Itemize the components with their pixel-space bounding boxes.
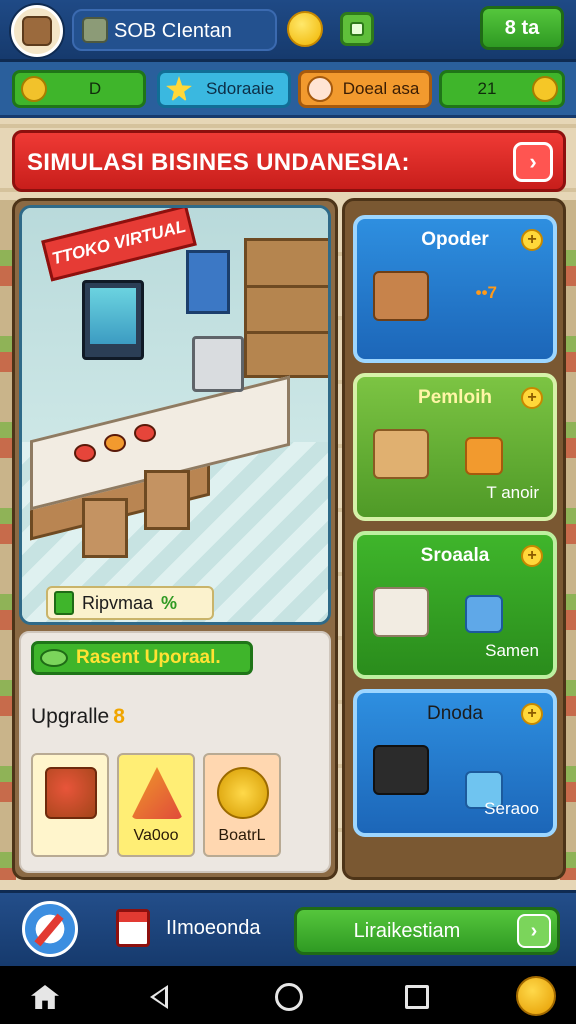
- banner-arrow-button[interactable]: ›: [513, 142, 553, 182]
- upgrades-count: 8: [113, 705, 125, 728]
- task-sub: ••7: [475, 283, 497, 302]
- continue-label: Liraikestiam: [353, 919, 461, 942]
- progress-label: Ripvmaa: [82, 592, 154, 613]
- chair: [82, 498, 128, 558]
- store-panel: TTOKO VIRTUAL Ripvmaa % Rasent Uporaal. …: [12, 198, 338, 880]
- game-title: SOB CIentan: [114, 20, 232, 42]
- task-card-buy[interactable]: Pemloih + T anoir: [353, 373, 557, 521]
- clipboard-icon[interactable]: [116, 909, 150, 947]
- upgrade-label: Va0oo: [133, 827, 179, 844]
- upgrade-card-cone[interactable]: Va0oo: [117, 753, 195, 857]
- action-label: IImoeonda: [166, 917, 261, 939]
- task-panel: Opoder + ••7 Pemloih + T anoir Sroaala +…: [342, 198, 566, 880]
- stat-gold[interactable]: 21: [439, 70, 565, 108]
- add-icon[interactable]: +: [521, 387, 543, 409]
- document-icon: [54, 591, 74, 615]
- monitor-icon: [82, 280, 144, 360]
- recent-upgrade-label: Rasent Uporaal.: [76, 647, 221, 668]
- task-sub: Samen: [485, 641, 539, 660]
- home-icon[interactable]: [28, 980, 62, 1014]
- upgrade-card-fruit[interactable]: [31, 753, 109, 857]
- continue-button[interactable]: Liraikestiam ›: [294, 907, 560, 955]
- upgrades-heading-text: Upgralle: [31, 705, 110, 728]
- stat-label: D: [88, 79, 102, 98]
- star-icon: [166, 76, 192, 102]
- upgrade-card-coins[interactable]: BoatrL: [203, 753, 281, 857]
- top-bar: SOB CIentan 8 ta: [0, 0, 576, 62]
- upgrade-section: Rasent Uporaal. Upgralle 8 Va0oo BoatrL: [19, 631, 331, 873]
- stat-label: Doeal asa: [342, 79, 420, 98]
- task-sub: Seraoo: [484, 799, 539, 818]
- package-icon: [373, 587, 429, 637]
- action-bar: IImoeonda Liraikestiam ›: [0, 890, 576, 966]
- poster: [186, 250, 230, 314]
- box-icon: [373, 429, 429, 479]
- recent-upgrade-button[interactable]: Rasent Uporaal.: [31, 641, 253, 675]
- game-launcher-icon[interactable]: [516, 976, 556, 1016]
- compass-icon[interactable]: [22, 901, 78, 957]
- inventory-icon[interactable]: [340, 12, 374, 46]
- store-scene[interactable]: TTOKO VIRTUAL Ripvmaa %: [19, 205, 331, 625]
- coin-icon: [532, 76, 558, 102]
- upgrade-label: BoatrL: [218, 827, 266, 844]
- truck-icon: [465, 595, 503, 633]
- crate-icon: [373, 745, 429, 795]
- shop-icon: [82, 17, 108, 43]
- add-icon[interactable]: +: [521, 229, 543, 251]
- home-circle-icon[interactable]: [272, 980, 306, 1014]
- chair: [144, 470, 190, 530]
- fruit-basket-icon: [45, 767, 97, 819]
- stat-label: 21: [477, 79, 497, 98]
- progress-badge: Ripvmaa %: [46, 586, 214, 620]
- cone-icon: [131, 767, 183, 819]
- stat-stars[interactable]: Sdoraaie: [157, 70, 291, 108]
- upgrades-heading: Upgralle 8: [31, 705, 125, 729]
- back-shelf: [244, 238, 328, 378]
- task-card-order[interactable]: Opoder + ••7: [353, 215, 557, 363]
- fruit-icon: [74, 444, 96, 462]
- stat-label: Sdoraaie: [205, 79, 275, 98]
- add-icon[interactable]: +: [521, 703, 543, 725]
- top-right-button[interactable]: 8 ta: [480, 6, 564, 50]
- player-avatar[interactable]: [11, 5, 63, 57]
- add-icon[interactable]: +: [521, 545, 543, 567]
- stat-coins[interactable]: D: [12, 70, 146, 108]
- system-navigation: [0, 966, 576, 1024]
- title-bar: SOB CIentan: [72, 9, 277, 51]
- basket-icon: [465, 437, 503, 475]
- chevron-right-icon: ›: [517, 914, 551, 948]
- avatar-icon: [22, 16, 52, 46]
- coin-icon: [21, 76, 47, 102]
- box-icon: [373, 271, 429, 321]
- heart-icon: [307, 76, 333, 102]
- coin-icon[interactable]: [287, 11, 323, 47]
- cash-icon: [40, 649, 68, 667]
- fruit-icon: [104, 434, 126, 452]
- cash-register-icon[interactable]: [192, 336, 244, 392]
- task-card-stock[interactable]: Sroaala + Samen: [353, 531, 557, 679]
- stats-row: D Sdoraaie Doeal asa 21: [0, 62, 576, 118]
- progress-percent: %: [161, 592, 178, 613]
- back-icon[interactable]: [142, 980, 176, 1014]
- title-banner[interactable]: SIMULASI BISINES UNDANESIA: ›: [12, 130, 566, 192]
- fruit-icon: [134, 424, 156, 442]
- task-card-sell[interactable]: Dnoda + Seraoo: [353, 689, 557, 837]
- coin-stack-icon: [217, 767, 269, 819]
- banner-title: SIMULASI BISINES UNDANESIA:: [27, 149, 410, 176]
- task-sub: T anoir: [486, 483, 539, 502]
- stat-hearts[interactable]: Doeal asa: [298, 70, 432, 108]
- recents-icon[interactable]: [400, 980, 434, 1014]
